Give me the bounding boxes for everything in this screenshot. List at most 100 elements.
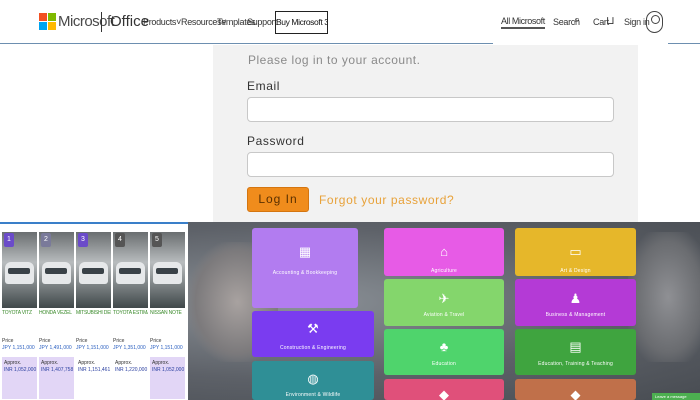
login-panel: Please log in to your account. Email Pas… [213, 45, 638, 222]
price-value: JPY 1,151,000 [76, 345, 109, 351]
industry-tile-business-management[interactable]: ♟ Business & Management [515, 279, 636, 326]
approx-box: Approx. INR 1,151,461 [76, 357, 111, 399]
approx-value: INR 1,052,000 [152, 367, 185, 373]
logo-square-blue [39, 22, 47, 30]
feedback-badge[interactable]: Leave a message [652, 393, 700, 400]
car-card[interactable]: 2 HONDA VEZEL Price JPY 1,491,000 Approx… [39, 232, 74, 400]
car-photo[interactable]: 5 [150, 232, 185, 308]
site-header: Microsoft Office Products˅ Resources˅ Te… [0, 0, 700, 44]
log-in-button[interactable]: Log In [247, 187, 309, 212]
airplane-icon: ✈ [438, 291, 450, 306]
industry-tile[interactable]: ◆ [515, 379, 636, 400]
car-name[interactable]: TOYOTA VITZ [2, 310, 37, 317]
nav-support[interactable]: Support [247, 17, 277, 27]
approx-value: INR 1,407,758 [41, 367, 74, 373]
microsoft-logo-icon[interactable] [39, 13, 56, 30]
password-label: Password [247, 134, 305, 148]
approx-value: INR 1,052,000 [4, 367, 37, 373]
car-card[interactable]: 5 NISSAN NOTE Price JPY 1,151,000 Approx… [150, 232, 185, 400]
rank-badge: 3 [78, 233, 88, 247]
car-card[interactable]: 1 TOYOTA VITZ Price JPY 1,151,000 Approx… [2, 232, 37, 400]
price-label: Price [76, 338, 88, 344]
price-value: JPY 1,351,000 [113, 345, 146, 351]
logo-square-green [48, 13, 56, 21]
rank-badge: 2 [41, 233, 51, 247]
industry-tile-education-training[interactable]: ▤ Education, Training & Teaching [515, 329, 636, 375]
tile-icon: ◆ [570, 387, 581, 400]
calculator-icon: ▦ [298, 244, 312, 259]
industry-label: Education, Training & Teaching [538, 361, 613, 367]
brand-name[interactable]: Microsoft [58, 13, 115, 30]
buy-microsoft-365-button[interactable]: Buy Microsoft 365 [275, 11, 328, 34]
industry-tile-aviation-travel[interactable]: ✈ Aviation & Travel [384, 279, 504, 326]
approx-box: Approx. INR 1,407,758 [39, 357, 74, 399]
approx-box: Approx. INR 1,052,000 [2, 357, 37, 399]
industry-tile[interactable]: ◆ [384, 379, 504, 400]
page: Microsoft Office Products˅ Resources˅ Te… [0, 0, 700, 400]
price-label: Price [150, 338, 162, 344]
industry-tile-education[interactable]: ♣ Education [384, 329, 504, 375]
car-card[interactable]: 4 TOYOTA ESTIMA Price JPY 1,351,000 Appr… [113, 232, 148, 400]
approx-value: INR 1,151,461 [78, 367, 111, 373]
approx-label: Approx. [41, 360, 59, 366]
industry-label: Construction & Engineering [279, 345, 347, 351]
industry-label: Aviation & Travel [423, 312, 465, 318]
car-photo[interactable]: 2 [39, 232, 74, 308]
industry-label: Accounting & Bookkeeping [272, 270, 338, 276]
cart-icon[interactable]: ⊔ [606, 14, 615, 27]
industry-tile-accounting[interactable]: ▦ Accounting & Bookkeeping [252, 228, 358, 308]
tile-icon: ◆ [439, 387, 449, 400]
user-avatar-icon[interactable] [646, 11, 663, 33]
hammer-icon: ⚒ [307, 321, 319, 336]
price-label: Price [39, 338, 51, 344]
car-name[interactable]: MITSUBISHI DELICA D5 [76, 310, 111, 317]
car-photo[interactable]: 4 [113, 232, 148, 308]
industry-tile-agriculture[interactable]: ⌂ Agriculture [384, 228, 504, 276]
car-photo[interactable]: 3 [76, 232, 111, 308]
car-card[interactable]: 3 MITSUBISHI DELICA D5 Price JPY 1,151,0… [76, 232, 111, 400]
globe-icon: ◍ [307, 371, 319, 386]
logo-square-yellow [48, 22, 56, 30]
all-microsoft-menu[interactable]: All Microsoft [501, 16, 545, 29]
email-label: Email [247, 79, 281, 93]
login-intro-text: Please log in to your account. [248, 53, 421, 67]
industry-label: Environment & Wildlife [285, 392, 341, 398]
car-name[interactable]: TOYOTA ESTIMA [113, 310, 148, 317]
logo-square-red [39, 13, 47, 21]
price-value: JPY 1,491,000 [39, 345, 72, 351]
email-field[interactable] [247, 97, 614, 122]
nav-products[interactable]: Products˅ [143, 17, 181, 27]
org-chart-icon: ♟ [569, 291, 582, 306]
industry-tile-environment[interactable]: ◍ Environment & Wildlife [252, 361, 374, 400]
price-label: Price [113, 338, 125, 344]
car-photo[interactable]: 1 [2, 232, 37, 308]
approx-label: Approx. [115, 360, 133, 366]
car-name[interactable]: NISSAN NOTE [150, 310, 185, 317]
nav-resources-label: Resources [181, 17, 222, 27]
rank-badge: 1 [4, 233, 14, 247]
industries-section: ▦ Accounting & Bookkeeping ⌂ Agriculture… [188, 222, 700, 400]
industry-label: Agriculture [430, 268, 458, 274]
teacher-icon: ▤ [569, 339, 582, 354]
industry-label: Education [431, 361, 457, 367]
price-value: JPY 1,151,000 [150, 345, 183, 351]
car-listing-strip: 1 TOYOTA VITZ Price JPY 1,151,000 Approx… [0, 222, 188, 400]
rank-badge: 5 [152, 233, 162, 247]
approx-box: Approx. INR 1,052,000 [150, 357, 185, 399]
rank-badge: 4 [115, 233, 125, 247]
industry-label: Business & Management [545, 312, 606, 318]
header-divider [101, 12, 102, 32]
industry-tile-art-design[interactable]: ▭ Art & Design [515, 228, 636, 276]
approx-label: Approx. [152, 360, 170, 366]
password-field[interactable] [247, 152, 614, 177]
approx-label: Approx. [78, 360, 96, 366]
approx-box: Approx. INR 1,220,000 [113, 357, 148, 399]
background-face-image [628, 232, 700, 362]
monitor-icon: ▭ [569, 244, 582, 259]
forgot-password-link[interactable]: Forgot your password? [319, 193, 454, 207]
price-value: JPY 1,151,000 [2, 345, 35, 351]
nav-products-label: Products [143, 17, 177, 27]
car-name[interactable]: HONDA VEZEL [39, 310, 74, 317]
industry-tile-construction[interactable]: ⚒ Construction & Engineering [252, 311, 374, 357]
search-icon[interactable]: ⌕ [574, 14, 580, 27]
